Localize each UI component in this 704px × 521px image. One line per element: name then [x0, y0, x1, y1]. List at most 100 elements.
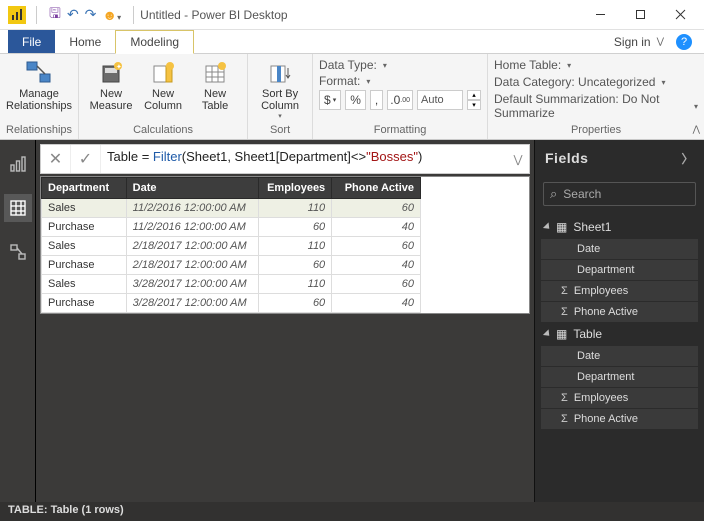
- default-summarization-selector[interactable]: Default Summarization: Do Not Summarize▾: [494, 92, 698, 120]
- ribbon-collapse-icon[interactable]: ⋀: [693, 124, 700, 135]
- ribbon-group-properties: Home Table:▾ Data Category: Uncategorize…: [488, 54, 704, 139]
- field-item[interactable]: Date: [541, 239, 698, 259]
- cell[interactable]: Purchase: [42, 294, 127, 313]
- minimize-button[interactable]: [580, 0, 620, 30]
- table-row[interactable]: Sales11/2/2016 12:00:00 AM11060: [42, 199, 421, 218]
- col-header[interactable]: Department: [42, 178, 127, 199]
- tab-file[interactable]: File: [8, 30, 55, 53]
- table-node[interactable]: ▦Table: [541, 323, 698, 345]
- maximize-button[interactable]: [620, 0, 660, 30]
- undo-icon[interactable]: ↶: [67, 6, 79, 23]
- cell[interactable]: 2/18/2017 12:00:00 AM: [126, 256, 258, 275]
- formula-cancel-button[interactable]: ✕: [41, 145, 71, 173]
- column-icon: [148, 58, 178, 88]
- cell[interactable]: 11/2/2016 12:00:00 AM: [126, 199, 258, 218]
- col-header[interactable]: Employees: [258, 178, 331, 199]
- table-row[interactable]: Sales3/28/2017 12:00:00 AM11060: [42, 275, 421, 294]
- format-selector[interactable]: Format:▾: [319, 74, 370, 88]
- formula-input[interactable]: Table = Filter(Sheet1, Sheet1[Department…: [101, 145, 507, 173]
- field-label: Department: [577, 371, 634, 383]
- cell[interactable]: 40: [332, 256, 421, 275]
- fields-header[interactable]: Fields 〉: [535, 140, 704, 176]
- cell[interactable]: 110: [258, 275, 331, 294]
- table-row[interactable]: Purchase3/28/2017 12:00:00 AM6040: [42, 294, 421, 313]
- data-category-selector[interactable]: Data Category: Uncategorized▾: [494, 75, 665, 89]
- fields-search[interactable]: ⌕ Search: [543, 182, 696, 206]
- field-label: Department: [577, 264, 634, 276]
- fields-title: Fields: [545, 150, 588, 166]
- new-measure-button[interactable]: ✦ New Measure: [85, 56, 137, 112]
- formula-expand-button[interactable]: ⋁: [507, 145, 529, 173]
- table-row[interactable]: Purchase2/18/2017 12:00:00 AM6040: [42, 256, 421, 275]
- thousands-button[interactable]: ,: [370, 90, 383, 110]
- cell[interactable]: 40: [332, 218, 421, 237]
- app-icon: [8, 6, 26, 24]
- decimal-places-input[interactable]: Auto: [417, 90, 463, 110]
- cell[interactable]: 40: [332, 294, 421, 313]
- cell[interactable]: 60: [332, 237, 421, 256]
- feedback-icon[interactable]: ☻▾: [102, 7, 121, 23]
- col-header[interactable]: Phone Active: [332, 178, 421, 199]
- sort-by-column-button[interactable]: Sort By Column ▾: [254, 56, 306, 120]
- help-icon[interactable]: ?: [676, 34, 692, 50]
- new-table-button[interactable]: New Table: [189, 56, 241, 112]
- currency-button[interactable]: $▾: [319, 90, 341, 110]
- decimal-spinner[interactable]: ▴▾: [467, 90, 481, 110]
- col-header[interactable]: Date: [126, 178, 258, 199]
- cell[interactable]: 60: [258, 256, 331, 275]
- redo-icon[interactable]: ↷: [85, 6, 97, 23]
- field-label: Date: [577, 350, 600, 362]
- percent-button[interactable]: %: [345, 90, 366, 110]
- cell[interactable]: 60: [258, 218, 331, 237]
- cell[interactable]: Sales: [42, 237, 127, 256]
- data-view-button[interactable]: [4, 194, 32, 222]
- tab-modeling[interactable]: Modeling: [115, 30, 194, 54]
- table-node[interactable]: ▦Sheet1: [541, 216, 698, 238]
- manage-relationships-button[interactable]: Manage Relationships: [10, 56, 68, 112]
- cell[interactable]: 110: [258, 237, 331, 256]
- field-item[interactable]: ΣPhone Active: [541, 302, 698, 322]
- field-item[interactable]: ΣPhone Active: [541, 409, 698, 429]
- new-column-button[interactable]: New Column: [137, 56, 189, 112]
- cell[interactable]: 60: [258, 294, 331, 313]
- formula-commit-button[interactable]: ✓: [71, 145, 101, 173]
- field-label: Phone Active: [574, 306, 638, 318]
- save-icon[interactable]: 🖫: [49, 3, 61, 27]
- table-row[interactable]: Purchase11/2/2016 12:00:00 AM6040: [42, 218, 421, 237]
- decimal-format-icon[interactable]: .0.00: [387, 90, 413, 110]
- table-row[interactable]: Sales2/18/2017 12:00:00 AM11060: [42, 237, 421, 256]
- sort-icon: [265, 58, 295, 88]
- cell[interactable]: Purchase: [42, 256, 127, 275]
- field-item[interactable]: Department: [541, 260, 698, 280]
- report-view-button[interactable]: [4, 150, 32, 178]
- chevron-down-icon: ▾: [366, 77, 370, 86]
- cell[interactable]: 3/28/2017 12:00:00 AM: [126, 275, 258, 294]
- data-type-selector[interactable]: Data Type:▾: [319, 58, 387, 72]
- titlebar: 🖫 ↶ ↷ ☻▾ Untitled - Power BI Desktop: [0, 0, 704, 30]
- close-button[interactable]: [660, 0, 700, 30]
- search-placeholder: Search: [563, 187, 601, 201]
- field-item[interactable]: ΣEmployees: [541, 388, 698, 408]
- cell[interactable]: Sales: [42, 199, 127, 218]
- model-view-button[interactable]: [4, 238, 32, 266]
- data-grid[interactable]: Department Date Employees Phone Active S…: [40, 176, 530, 314]
- field-item[interactable]: Department: [541, 367, 698, 387]
- field-item[interactable]: Date: [541, 346, 698, 366]
- fields-pane: Fields 〉 ⌕ Search ▦Sheet1DateDepartmentΣ…: [534, 140, 704, 502]
- cell[interactable]: 110: [258, 199, 331, 218]
- cell[interactable]: 60: [332, 275, 421, 294]
- sign-in-button[interactable]: Sign in ⋁ ?: [608, 30, 704, 53]
- new-column-label: New Column: [144, 88, 182, 112]
- field-item[interactable]: ΣEmployees: [541, 281, 698, 301]
- cell[interactable]: Sales: [42, 275, 127, 294]
- cell[interactable]: 3/28/2017 12:00:00 AM: [126, 294, 258, 313]
- formula-bar: ✕ ✓ Table = Filter(Sheet1, Sheet1[Depart…: [40, 144, 530, 174]
- cell[interactable]: 2/18/2017 12:00:00 AM: [126, 237, 258, 256]
- cell[interactable]: 11/2/2016 12:00:00 AM: [126, 218, 258, 237]
- home-table-selector[interactable]: Home Table:▾: [494, 58, 571, 72]
- cell[interactable]: Purchase: [42, 218, 127, 237]
- field-label: Phone Active: [574, 413, 638, 425]
- table-name-label: Sheet1: [573, 220, 611, 234]
- cell[interactable]: 60: [332, 199, 421, 218]
- tab-home[interactable]: Home: [55, 30, 115, 53]
